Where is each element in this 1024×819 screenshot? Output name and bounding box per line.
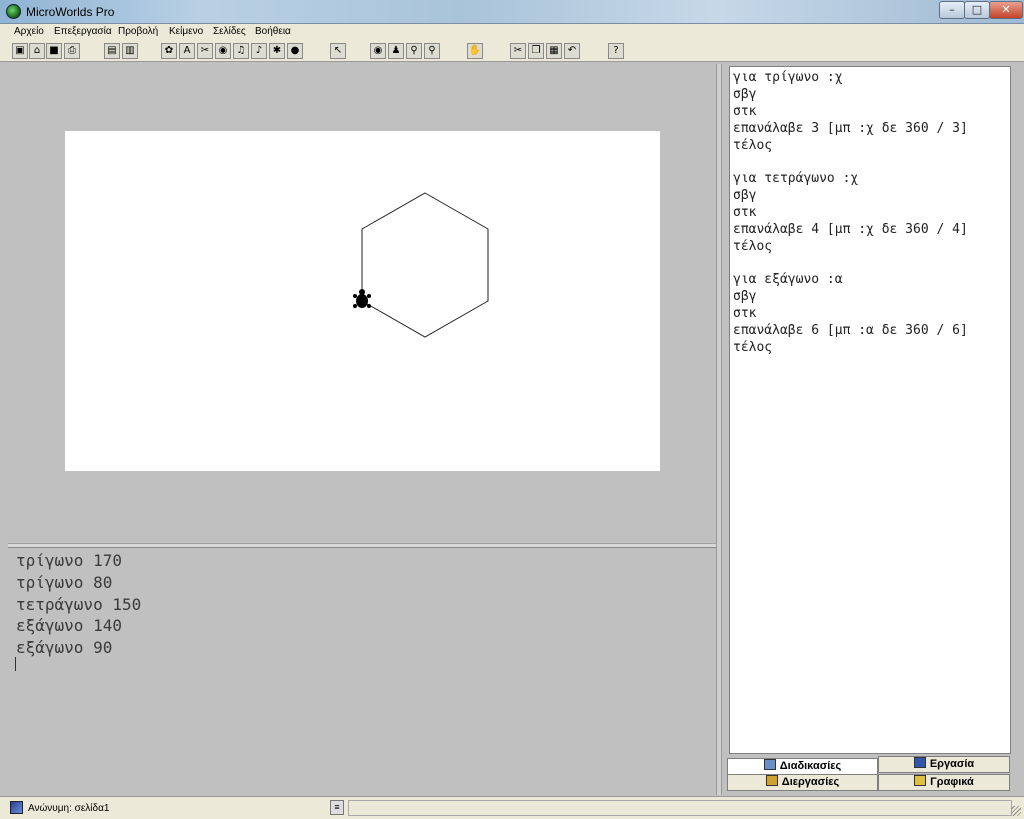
procedure-line: σβγ <box>733 289 757 304</box>
tab-procedures-label: Διαδικασίες <box>779 760 842 772</box>
stop-icon[interactable]: ✋ <box>467 43 483 59</box>
tab-processes[interactable]: Διεργασίες <box>727 774 878 791</box>
status-bar: Ανώνυμη: σελίδα1 ≡ <box>0 796 1024 819</box>
command-line: εξάγωνο 90 <box>16 638 113 657</box>
toolbar: ▣ ⌂ ■ ⎙ ▤ ▥ ✿ A ✂ ◉ ♫ ♪ ✱ ● ↖ ◉ ♟ ⚲ ⚲ ✋ … <box>0 40 1024 62</box>
app-logo-icon <box>6 4 21 19</box>
window-title: MicroWorlds Pro <box>26 5 115 19</box>
open-icon[interactable]: ⌂ <box>29 43 45 59</box>
procedure-line: τέλος <box>733 239 773 254</box>
status-page-name: Ανώνυμη: σελίδα1 <box>28 803 110 814</box>
copy-icon[interactable]: ❐ <box>528 43 544 59</box>
minimize-button[interactable]: – <box>939 1 965 19</box>
command-line: τρίγωνο 170 <box>16 551 122 570</box>
menu-edit[interactable]: Επεξεργασία <box>54 26 112 37</box>
page-menu-icon[interactable]: ≡ <box>330 800 344 815</box>
pointer-icon[interactable]: ↖ <box>330 43 346 59</box>
command-line: τρίγωνο 80 <box>16 573 113 592</box>
drawing-canvas[interactable] <box>65 131 660 471</box>
eye-icon[interactable]: ◉ <box>215 43 231 59</box>
menu-bar: Αρχείο Επεξεργασία Προβολή Κείμενο Σελίδ… <box>0 24 1024 40</box>
procedure-line: για τρίγωνο :χ <box>733 70 843 85</box>
procedure-line: επανάλαβε 4 [μπ :χ δε 360 / 4] <box>733 222 968 237</box>
procedures-icon <box>763 759 776 770</box>
tab-graphics[interactable]: Γραφικά <box>878 774 1010 791</box>
zoom-in-icon[interactable]: ⚲ <box>406 43 422 59</box>
help-icon[interactable]: ? <box>608 43 624 59</box>
command-line: τετράγωνο 150 <box>16 595 142 614</box>
horizontal-splitter[interactable] <box>8 543 716 548</box>
procedure-line: σβγ <box>733 188 757 203</box>
procedure-line: επανάλαβε 6 [μπ :α δε 360 / 6] <box>733 323 968 338</box>
project-icon <box>913 757 926 768</box>
tab-procedures[interactable]: Διαδικασίες <box>727 758 878 775</box>
procedure-line: τέλος <box>733 340 773 355</box>
music-icon[interactable]: ♫ <box>233 43 249 59</box>
close-button[interactable]: ✕ <box>989 1 1023 19</box>
menu-text[interactable]: Κείμενο <box>169 26 203 37</box>
procedures-editor[interactable]: για τρίγωνο :χ σβγ στκ επανάλαβε 3 [μπ :… <box>729 66 1011 754</box>
globe-icon[interactable]: ● <box>287 43 303 59</box>
processes-icon <box>765 775 778 786</box>
stamp-icon[interactable]: ♟ <box>388 43 404 59</box>
procedure-line: τέλος <box>733 138 773 153</box>
command-center[interactable]: τρίγωνο 170 τρίγωνο 80 τετράγωνο 150 εξά… <box>8 549 716 795</box>
tab-graphics-label: Γραφικά <box>930 776 974 788</box>
procedure-line: στκ <box>733 205 757 220</box>
menu-view[interactable]: Προβολή <box>118 26 158 37</box>
turtle-graphics <box>353 192 489 338</box>
procedure-line: σβγ <box>733 87 757 102</box>
page2-icon[interactable]: ▥ <box>122 43 138 59</box>
turtle-tool-icon[interactable]: ✿ <box>161 43 177 59</box>
view-icon[interactable]: ◉ <box>370 43 386 59</box>
menu-help[interactable]: Βοήθεια <box>255 26 291 37</box>
menu-file[interactable]: Αρχείο <box>14 26 44 37</box>
cut-icon[interactable]: ✂ <box>510 43 526 59</box>
video-icon[interactable]: ✱ <box>269 43 285 59</box>
status-field <box>348 800 1012 816</box>
procedure-line: στκ <box>733 306 757 321</box>
page-status-icon <box>10 801 23 814</box>
procedure-line: για τετράγωνο :χ <box>733 171 859 186</box>
print-icon[interactable]: ⎙ <box>64 43 80 59</box>
hexagon-shape <box>361 192 489 338</box>
sound-icon[interactable]: ♪ <box>251 43 267 59</box>
tab-project-label: Εργασία <box>929 758 975 770</box>
turtle-icon[interactable] <box>353 289 371 308</box>
scissors-icon[interactable]: ✂ <box>197 43 213 59</box>
graphics-icon <box>914 775 927 786</box>
undo-icon[interactable]: ↶ <box>564 43 580 59</box>
tab-project[interactable]: Εργασία <box>878 756 1010 773</box>
resize-grip-icon[interactable] <box>1011 806 1021 816</box>
microworlds-window: MicroWorlds Pro – □ ✕ Αρχείο Επεξεργασία… <box>0 0 1024 819</box>
save-icon[interactable]: ■ <box>46 43 62 59</box>
vertical-splitter[interactable] <box>716 64 722 795</box>
title-bar[interactable]: MicroWorlds Pro – □ ✕ <box>0 0 1024 24</box>
procedure-line: επανάλαβε 3 [μπ :χ δε 360 / 3] <box>733 121 968 136</box>
procedure-line: για εξάγωνο :α <box>733 272 843 287</box>
page-icon[interactable]: ▤ <box>104 43 120 59</box>
command-line: εξάγωνο 140 <box>16 616 122 635</box>
tab-processes-label: Διεργασίες <box>781 776 840 788</box>
menu-pages[interactable]: Σελίδες <box>213 26 246 37</box>
zoom-out-icon[interactable]: ⚲ <box>424 43 440 59</box>
text-cursor <box>15 657 16 671</box>
text-box-icon[interactable]: A <box>179 43 195 59</box>
new-page-icon[interactable]: ▣ <box>12 43 28 59</box>
procedure-line: στκ <box>733 104 757 119</box>
maximize-button[interactable]: □ <box>964 1 990 19</box>
paste-icon[interactable]: ▦ <box>546 43 562 59</box>
